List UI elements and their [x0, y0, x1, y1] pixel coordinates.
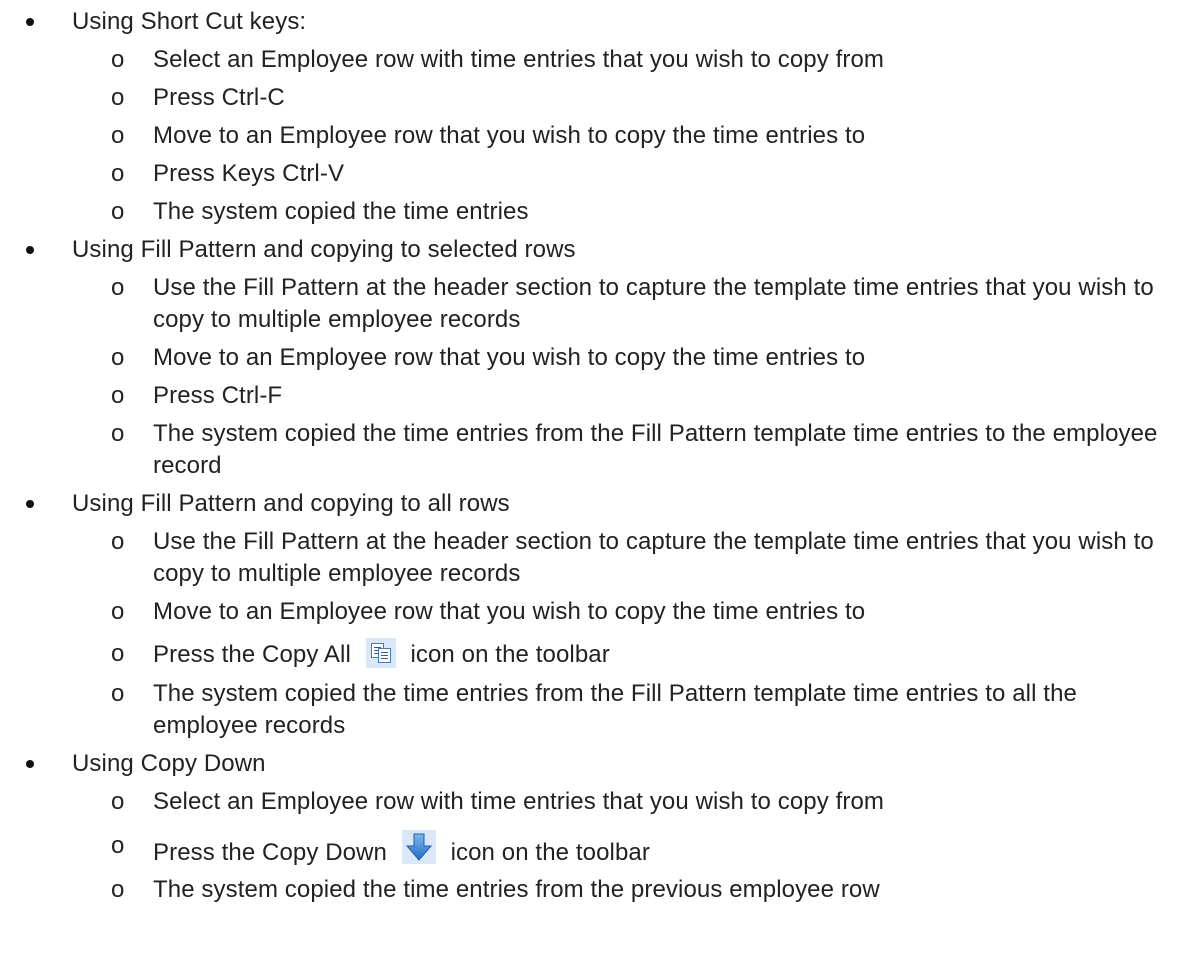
section-title: Using Short Cut keys:	[72, 8, 307, 35]
sub-item: o Move to an Employee row that you wish …	[0, 120, 1200, 158]
section-title: Using Copy Down	[72, 750, 266, 777]
sub-item: o The system copied the time entries fro…	[0, 418, 1163, 488]
section-short-cut-keys: Using Short Cut keys: o Select an Employ…	[0, 6, 1200, 234]
bullet-dot-icon	[26, 760, 34, 768]
sub-bullet-icon: o	[111, 640, 125, 667]
sub-item-text: Press Ctrl-C	[153, 84, 285, 111]
sub-bullet-icon: o	[111, 198, 125, 225]
sub-item: o Move to an Employee row that you wish …	[0, 596, 1200, 634]
sub-bullet-icon: o	[111, 84, 125, 111]
sub-bullet-icon: o	[111, 274, 125, 301]
bullet-item: Using Fill Pattern and copying to select…	[0, 234, 1200, 272]
section-fill-pattern-all-rows: Using Fill Pattern and copying to all ro…	[0, 488, 1200, 748]
sub-bullet-icon: o	[111, 344, 125, 371]
down-arrow-icon	[405, 833, 432, 861]
sub-item-text: Move to an Employee row that you wish to…	[153, 344, 866, 371]
instruction-document: Using Short Cut keys: o Select an Employ…	[0, 6, 1200, 912]
sub-item-text: Move to an Employee row that you wish to…	[153, 122, 866, 149]
sub-item: o Select an Employee row with time entri…	[0, 786, 1200, 824]
sheet-line	[380, 658, 388, 659]
sub-item-text: icon on the toolbar	[450, 839, 650, 866]
sub-item: o Use the Fill Pattern at the header sec…	[0, 526, 1163, 596]
sub-item-text: Use the Fill Pattern at the header secti…	[153, 528, 1154, 587]
bullet-dot-icon	[26, 18, 34, 26]
bullet-dot-icon	[26, 246, 34, 254]
sub-item-text: Press the Copy Down	[153, 839, 388, 866]
sub-item-text: icon on the toolbar	[410, 641, 610, 668]
sub-item-text: Select an Employee row with time entries…	[153, 46, 885, 73]
sub-item-text: Use the Fill Pattern at the header secti…	[153, 274, 1154, 333]
sub-item: o Press Ctrl-C	[0, 82, 1200, 120]
sub-item: o Move to an Employee row that you wish …	[0, 342, 1200, 380]
section-title: Using Fill Pattern and copying to select…	[72, 236, 576, 263]
sub-item: o The system copied the time entries	[0, 196, 1200, 234]
sub-item: o The system copied the time entries fro…	[0, 874, 1200, 912]
sub-bullet-icon: o	[111, 832, 125, 859]
sub-bullet-icon: o	[111, 382, 125, 409]
sub-item: o Press Ctrl-F	[0, 380, 1200, 418]
bullet-item: Using Copy Down	[0, 748, 1200, 786]
sub-bullet-icon: o	[111, 420, 125, 447]
sub-bullet-icon: o	[111, 788, 125, 815]
sub-item: o Press Keys Ctrl-V	[0, 158, 1200, 196]
copy-sheet-front	[377, 648, 391, 663]
sub-bullet-icon: o	[111, 598, 125, 625]
sub-item-text: Press Keys Ctrl-V	[153, 160, 345, 187]
sub-item-text: The system copied the time entries from …	[153, 420, 1158, 479]
sub-bullet-icon: o	[111, 122, 125, 149]
sub-item: o Select an Employee row with time entri…	[0, 44, 1200, 82]
sub-item: o Use the Fill Pattern at the header sec…	[0, 272, 1163, 342]
sub-item-text: Select an Employee row with time entries…	[153, 788, 885, 815]
section-title: Using Fill Pattern and copying to all ro…	[72, 490, 510, 517]
bullet-dot-icon	[26, 500, 34, 508]
sheet-line	[380, 652, 388, 653]
sub-bullet-icon: o	[111, 46, 125, 73]
section-copy-down: Using Copy Down o Select an Employee row…	[0, 748, 1200, 912]
section-fill-pattern-selected-rows: Using Fill Pattern and copying to select…	[0, 234, 1200, 488]
sub-item-text: The system copied the time entries from …	[153, 876, 880, 903]
copy-down-arrow-icon	[401, 830, 436, 864]
sub-bullet-icon: o	[111, 680, 125, 707]
sub-item: o Press the Copy All icon on the toolbar	[0, 634, 1200, 678]
sheet-line	[380, 655, 388, 656]
sub-bullet-icon: o	[111, 528, 125, 555]
sub-item: o The system copied the time entries fro…	[0, 678, 1163, 748]
sub-bullet-icon: o	[111, 160, 125, 187]
sub-item-text: The system copied the time entries	[153, 198, 529, 225]
sub-item-text: Press the Copy All	[153, 641, 351, 668]
bullet-item: Using Short Cut keys:	[0, 6, 1200, 44]
bullet-item: Using Fill Pattern and copying to all ro…	[0, 488, 1200, 526]
sub-item-text: Press Ctrl-F	[153, 382, 283, 409]
copy-all-icon	[365, 638, 396, 668]
sub-item: o Press the Copy Down icon on the toolba…	[0, 824, 1200, 874]
sub-item-text: The system copied the time entries from …	[153, 680, 1077, 739]
sub-item-text: Move to an Employee row that you wish to…	[153, 598, 866, 625]
sub-bullet-icon: o	[111, 876, 125, 903]
